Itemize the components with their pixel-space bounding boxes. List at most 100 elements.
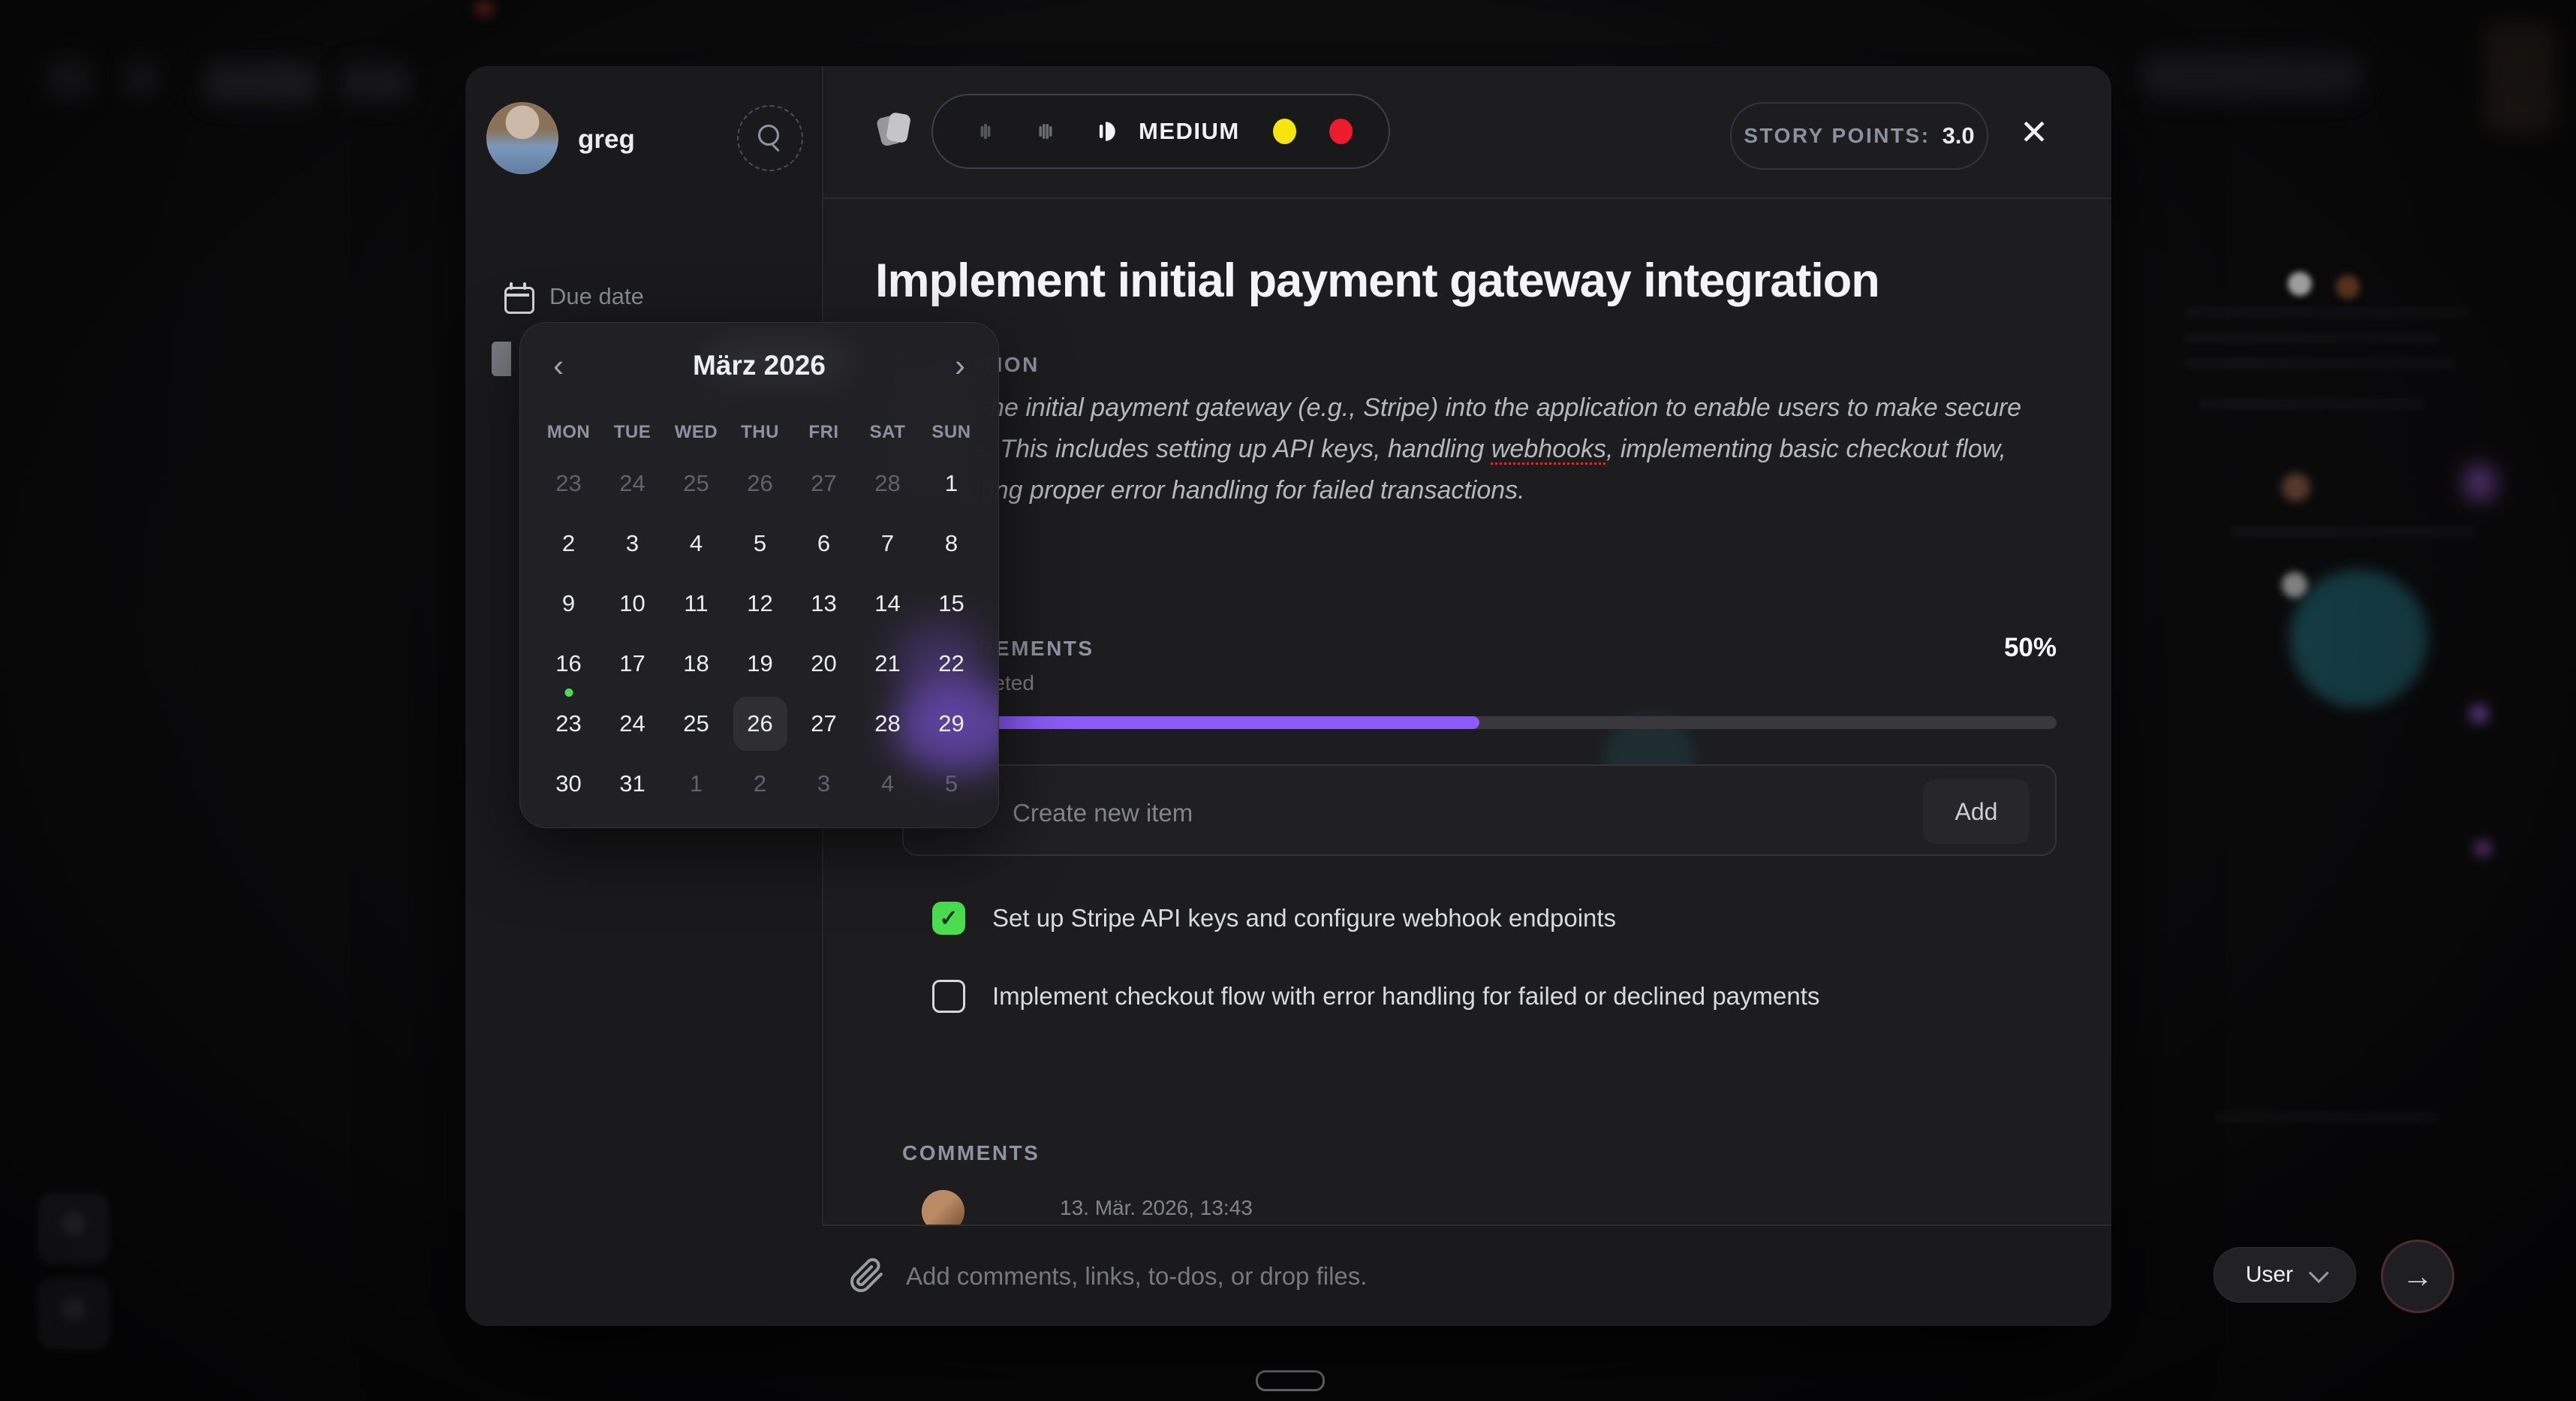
calendar-day-3[interactable]: 3 [792, 754, 856, 814]
description-line: Integrate the initial payment gateway (e… [875, 387, 2069, 429]
bg-shape [342, 63, 409, 102]
attachment-icon[interactable] [849, 1258, 885, 1294]
calendar-day-1[interactable]: 1 [664, 754, 728, 814]
new-requirement-input[interactable]: Create new item Add [902, 764, 2057, 856]
audience-select[interactable]: User [2213, 1247, 2356, 1303]
bg-text-line [2184, 306, 2469, 318]
comment-composer: Add comments, links, to-dos, or drop fil… [822, 1225, 2111, 1326]
calendar-day-31[interactable]: 31 [600, 754, 664, 814]
calendar-day-24[interactable]: 24 [600, 453, 664, 514]
calendar-day-1[interactable]: 1 [919, 453, 983, 514]
story-points-badge[interactable]: STORY POINTS: 3.0 [1730, 102, 1988, 170]
calendar-icon [504, 282, 531, 311]
add-requirement-button[interactable]: Add [1923, 779, 2030, 844]
story-points-label: STORY POINTS: [1744, 124, 1930, 148]
calendar-day-29[interactable]: 29 [919, 694, 983, 754]
bg-shape [47, 57, 92, 99]
label-sticker-icon[interactable] [877, 112, 912, 148]
calendar-day-17[interactable]: 17 [600, 634, 664, 694]
weekday-label: SUN [919, 419, 983, 446]
add-assignee-button[interactable] [737, 105, 803, 171]
calendar-day-4[interactable]: 4 [856, 754, 919, 814]
task-title[interactable]: Implement initial payment gateway integr… [875, 254, 2106, 308]
spellcheck-word: webhooks [1491, 435, 1606, 463]
bg-avatar [2282, 473, 2310, 502]
bg-status-dot [2474, 839, 2492, 857]
checklist-item: Set up Stripe API keys and configure web… [932, 902, 1819, 935]
calendar-day-14[interactable]: 14 [856, 574, 919, 634]
bg-notification-dot [474, 0, 494, 17]
calendar-day-27[interactable]: 27 [792, 694, 856, 754]
send-comment-button[interactable]: → [2381, 1240, 2454, 1313]
bg-text-line [2184, 357, 2454, 369]
calendar-day-12[interactable]: 12 [728, 574, 792, 634]
priority-lowest-icon[interactable] [972, 118, 999, 145]
bg-big-teal-circle [2289, 569, 2428, 708]
calendar-day-13[interactable]: 13 [792, 574, 856, 634]
checklist-item: Implement checkout flow with error handl… [932, 980, 1819, 1013]
calendar-day-6[interactable]: 6 [792, 514, 856, 574]
calendar-day-26[interactable]: 26 [728, 453, 792, 514]
calendar-day-2[interactable]: 2 [537, 514, 600, 574]
bg-avatar [2288, 272, 2312, 296]
calendar-day-26[interactable]: 26 [728, 694, 792, 754]
calendar-day-28[interactable]: 28 [856, 694, 919, 754]
calendar-day-7[interactable]: 7 [856, 514, 919, 574]
calendar-day-9[interactable]: 9 [537, 574, 600, 634]
due-date-label: Due date [549, 283, 644, 310]
calendar-day-22[interactable]: 22 [919, 634, 983, 694]
calendar-day-21[interactable]: 21 [856, 634, 919, 694]
calendar-day-24[interactable]: 24 [600, 694, 664, 754]
description-line: payments. This includes setting up API k… [875, 429, 2069, 470]
priority-high-icon[interactable] [1273, 119, 1296, 144]
bg-dock-icon [62, 1297, 86, 1321]
checklist-item-label: Set up Stripe API keys and configure web… [992, 904, 1616, 932]
priority-selector: MEDIUM [931, 94, 1390, 169]
calendar-day-5[interactable]: 5 [728, 514, 792, 574]
bg-status-dot [2469, 704, 2489, 724]
priority-low-icon[interactable] [1032, 118, 1059, 145]
calendar-day-30[interactable]: 30 [537, 754, 600, 814]
prev-month-button[interactable]: ‹ [553, 350, 564, 381]
calendar-day-2[interactable]: 2 [728, 754, 792, 814]
comment-input[interactable]: Add comments, links, to-dos, or drop fil… [906, 1262, 1367, 1291]
calendar-day-18[interactable]: 18 [664, 634, 728, 694]
calendar-day-3[interactable]: 3 [600, 514, 664, 574]
bg-avatar [2336, 275, 2360, 299]
next-month-button[interactable]: › [955, 350, 965, 381]
calendar-month-title: März 2026 [693, 350, 826, 381]
calendar-day-10[interactable]: 10 [600, 574, 664, 634]
calendar-day-15[interactable]: 15 [919, 574, 983, 634]
weekday-label: FRI [792, 419, 856, 446]
calendar-day-5[interactable]: 5 [919, 754, 983, 814]
window-drag-handle[interactable] [1256, 1370, 1325, 1391]
calendar-day-25[interactable]: 25 [664, 453, 728, 514]
priority-urgent-icon[interactable] [1329, 119, 1353, 144]
close-button[interactable]: ✕ [2010, 108, 2058, 156]
bg-text-line [2214, 1111, 2439, 1123]
assignee-avatar[interactable] [486, 102, 558, 174]
story-points-value: 3.0 [1943, 122, 1975, 149]
priority-medium-icon[interactable] [1092, 118, 1119, 145]
calendar-day-20[interactable]: 20 [792, 634, 856, 694]
task-description[interactable]: Integrate the initial payment gateway (e… [875, 387, 2069, 511]
calendar-day-23[interactable]: 23 [537, 694, 600, 754]
calendar-day-16[interactable]: 16 [537, 634, 600, 694]
calendar-day-8[interactable]: 8 [919, 514, 983, 574]
due-date-field[interactable]: Due date [504, 282, 644, 311]
calendar-day-11[interactable]: 11 [664, 574, 728, 634]
calendar-day-27[interactable]: 27 [792, 453, 856, 514]
new-requirement-placeholder: Create new item [1013, 799, 1193, 827]
sidebar-field-icon [492, 342, 511, 376]
calendar-day-4[interactable]: 4 [664, 514, 728, 574]
bg-text-line [2229, 526, 2477, 538]
calendar-day-25[interactable]: 25 [664, 694, 728, 754]
checkbox-checked[interactable] [932, 902, 965, 935]
weekday-label: THU [728, 419, 792, 446]
calendar-day-23[interactable]: 23 [537, 453, 600, 514]
calendar-day-28[interactable]: 28 [856, 453, 919, 514]
calendar-day-19[interactable]: 19 [728, 634, 792, 694]
description-line: and ensuring proper error handling for f… [875, 470, 2069, 511]
checkbox-unchecked[interactable] [932, 980, 965, 1013]
weekday-label: WED [664, 419, 728, 446]
